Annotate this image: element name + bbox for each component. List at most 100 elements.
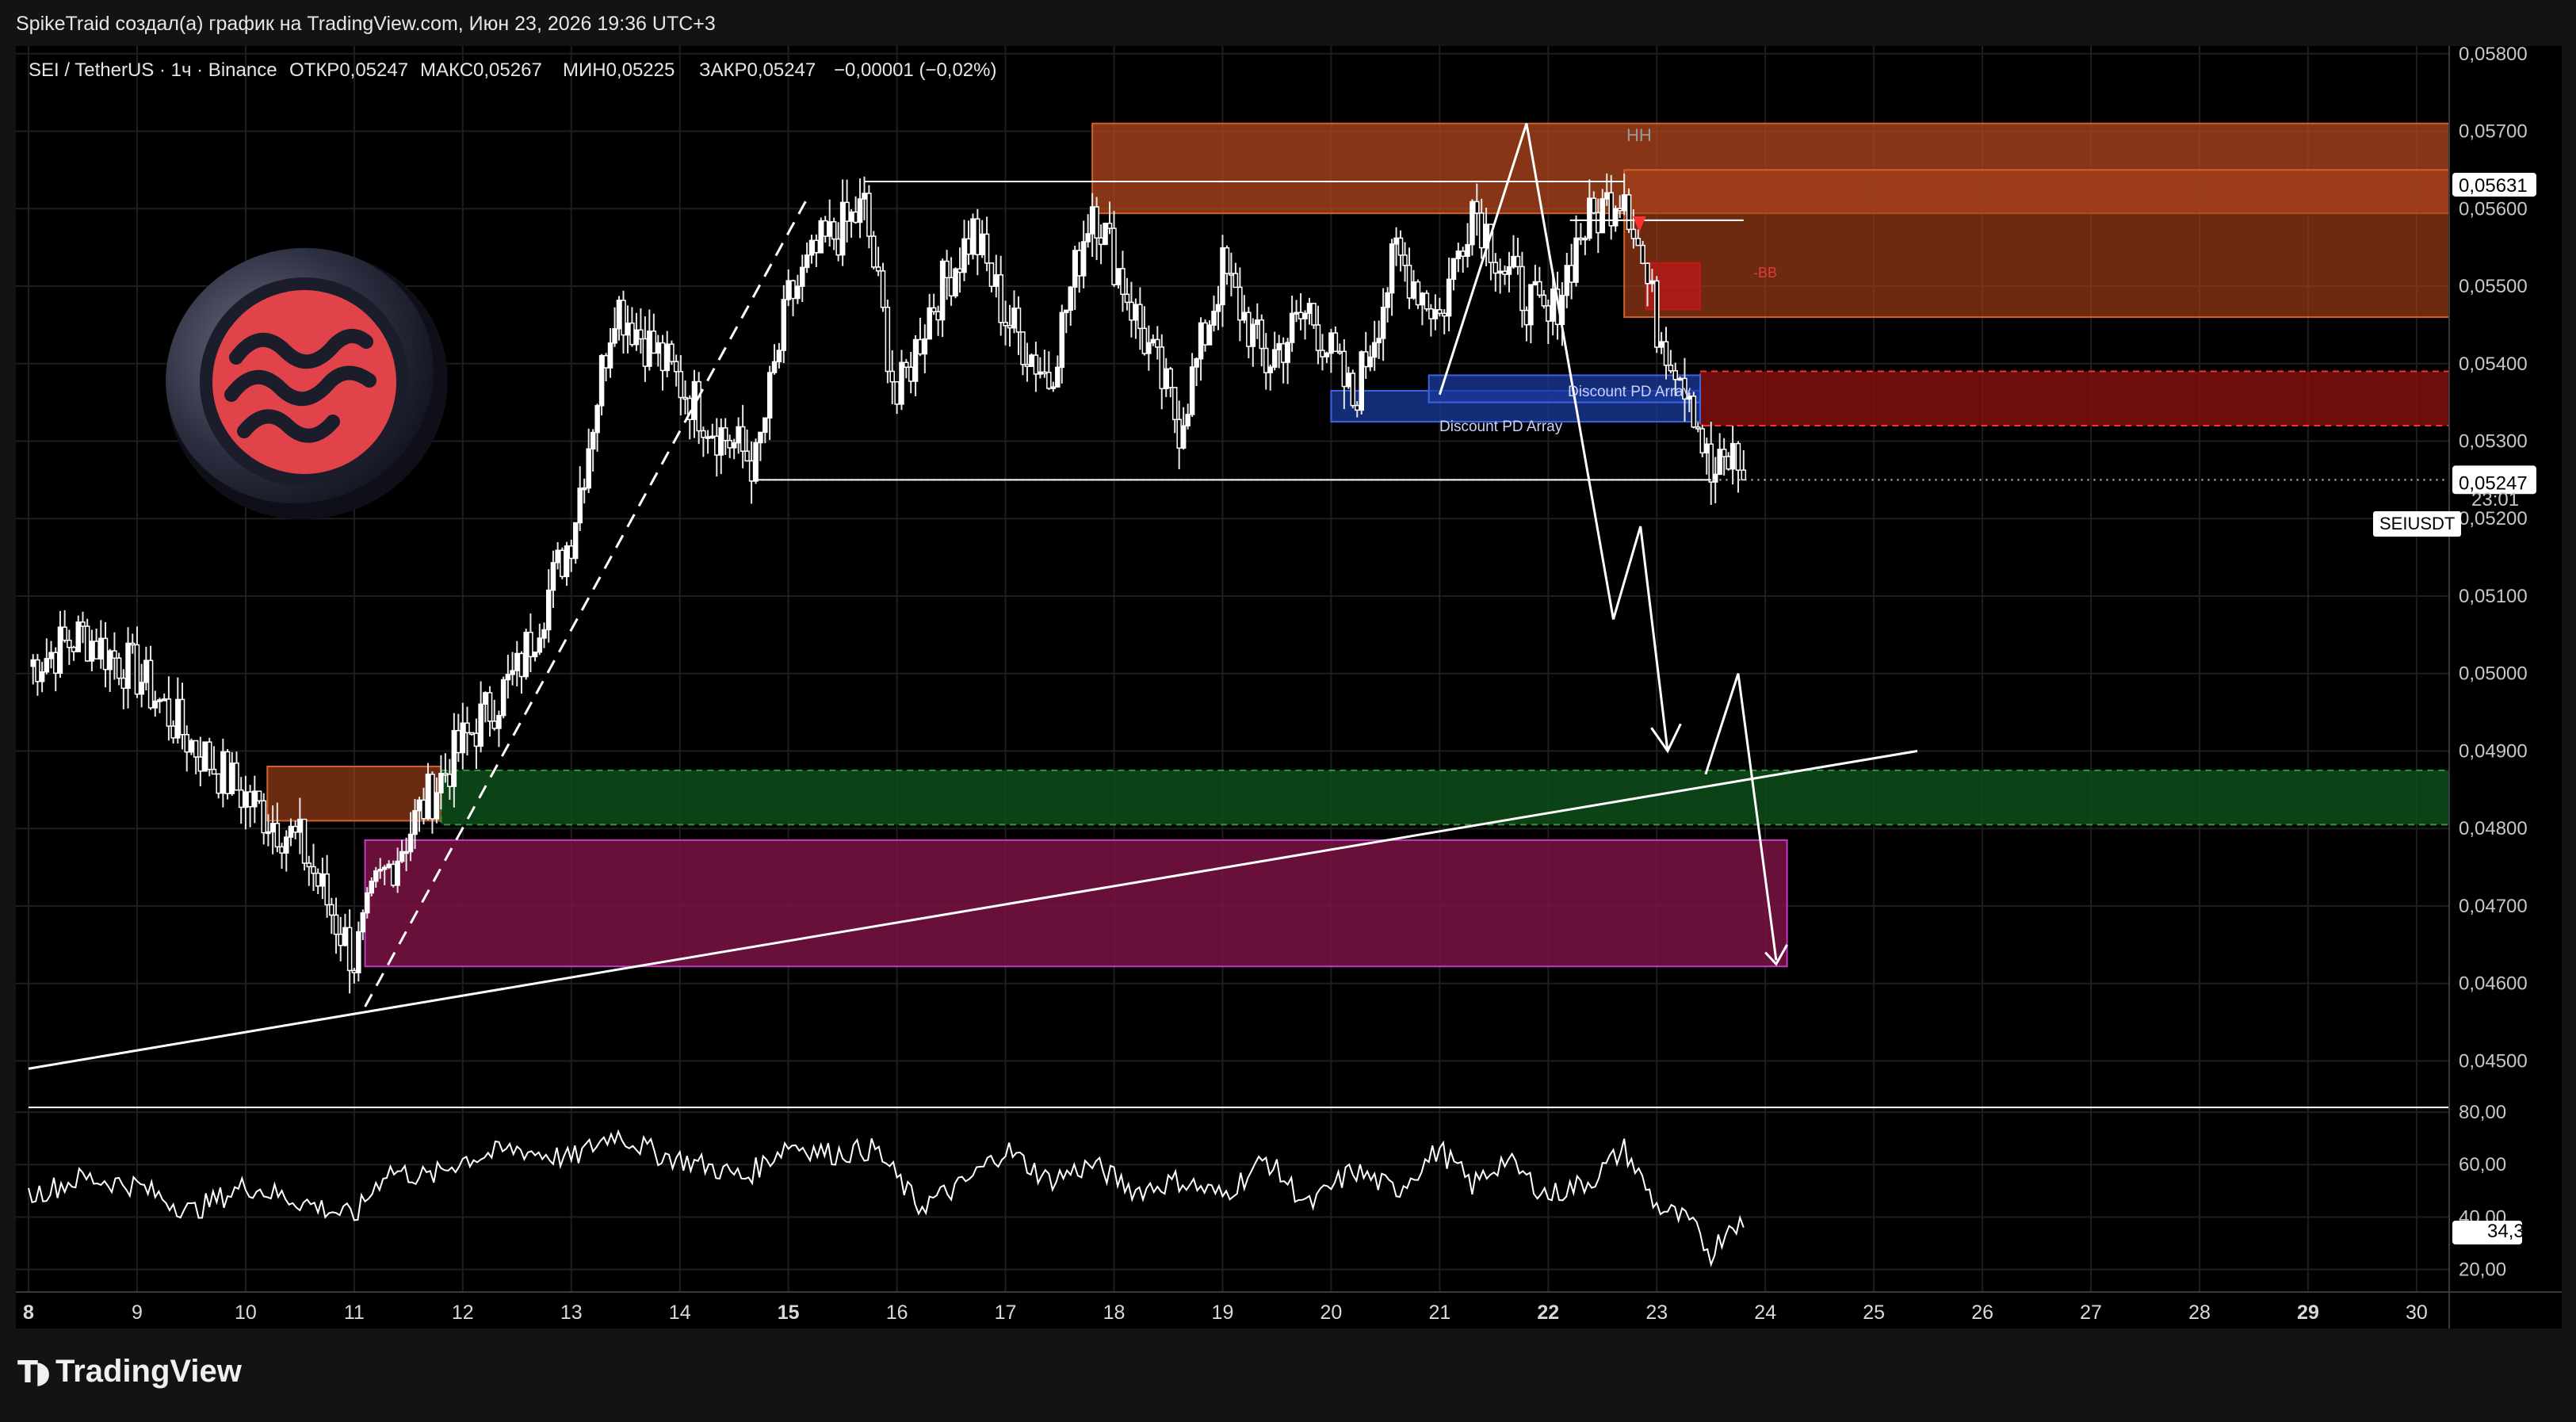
candle-body (324, 873, 330, 906)
candle-body (766, 372, 773, 419)
candle-body (1250, 323, 1256, 347)
candle-body (1450, 258, 1457, 281)
chart-area[interactable]: 0,05800 0,05700 0,05600 0,05500 0,05400 0,053… (16, 44, 2562, 1328)
candle-body (953, 268, 958, 297)
candle-body (894, 380, 900, 405)
candle-body (1185, 414, 1191, 426)
candle-body (1474, 201, 1480, 214)
candle-body (197, 756, 204, 772)
candle-body (279, 846, 285, 854)
candle-body (1350, 373, 1356, 407)
green-zone (440, 769, 2450, 826)
candle-body (1604, 192, 1610, 200)
candle-body (365, 892, 370, 914)
candle-body (1621, 194, 1627, 212)
candle-body (948, 277, 954, 297)
candle-body (1294, 312, 1299, 315)
candle-body (1020, 331, 1026, 365)
candle-body (1564, 265, 1570, 296)
candle-body (1654, 280, 1660, 348)
candle-body (1046, 372, 1052, 389)
time-tick-label: 21 (1428, 1302, 1450, 1324)
candle-body (659, 342, 666, 372)
candle-body (988, 262, 995, 287)
candle-body (1233, 273, 1239, 289)
candle-body (207, 741, 212, 770)
candle-body (1415, 281, 1421, 306)
candle-body (1397, 237, 1404, 256)
candle-body (1171, 387, 1178, 421)
candle-body (682, 396, 688, 400)
candle-body (621, 300, 626, 336)
candle-body (1289, 312, 1295, 343)
candle-body (965, 238, 972, 255)
candle-body (35, 659, 40, 682)
candle-body (790, 280, 796, 300)
candle-body (407, 833, 414, 853)
candle-body (505, 674, 511, 681)
candle-body (927, 307, 932, 340)
candle-body (753, 442, 759, 482)
candle-body (1341, 350, 1347, 388)
candle-body (491, 721, 497, 729)
candle-body (1072, 250, 1078, 288)
candle-body (1337, 350, 1343, 354)
candle-body (1267, 366, 1273, 373)
candle-body (120, 677, 127, 690)
candle-body (607, 342, 613, 369)
candle-body (718, 427, 724, 456)
candle-body (421, 799, 426, 820)
candle-body (514, 652, 520, 671)
candle-body (800, 266, 805, 287)
candle-body (1120, 268, 1126, 295)
time-tick-label: 17 (995, 1302, 1017, 1324)
price-tick-label: 0,05000 (2459, 663, 2528, 685)
price-tick-label: 0,05700 (2459, 121, 2528, 143)
candle-body (957, 268, 963, 273)
candle-body (175, 698, 181, 739)
candle-body (1393, 237, 1399, 245)
candle-body (1080, 241, 1087, 277)
candle-body (1630, 228, 1637, 239)
candle-body (808, 239, 815, 256)
candle-body (447, 774, 453, 787)
time-tick-label: 28 (2188, 1302, 2211, 1324)
candle-body (329, 904, 334, 916)
candle-body (134, 644, 140, 695)
candle-body (1224, 247, 1230, 274)
time-tick-label: 10 (235, 1302, 257, 1324)
candle-body (1691, 396, 1697, 428)
tradingview-logo[interactable]: T◗ TradingView (17, 1354, 242, 1390)
legend-symbol: SEI / TetherUS · 1ч · Binance (29, 59, 277, 81)
candle-body (261, 800, 266, 834)
candle-body (1271, 349, 1278, 368)
candle-body (1537, 281, 1542, 296)
candle-body (714, 435, 720, 456)
candle-body (771, 361, 778, 373)
price-tick-label: 0,04700 (2459, 896, 2528, 917)
candle-body (1645, 262, 1650, 285)
candle-body (211, 768, 217, 775)
candle-body (80, 621, 86, 627)
candle-body (1432, 309, 1439, 319)
candle-body (390, 863, 396, 886)
candle-body (616, 300, 622, 330)
candle-body (220, 751, 226, 794)
time-tick-label: 11 (344, 1302, 365, 1324)
candle-body (487, 692, 493, 722)
candle-body (193, 740, 199, 758)
candle-body (678, 371, 684, 399)
candle-body (434, 792, 440, 820)
candle-body (116, 657, 122, 679)
time-tick-label: 29 (2297, 1302, 2319, 1324)
legend-close: ЗАКР0,05247 (699, 59, 816, 81)
candle-body (1194, 357, 1199, 368)
candle-body (669, 343, 675, 362)
candle-body (1306, 303, 1313, 315)
candle-body (184, 734, 189, 753)
candle-body (922, 338, 928, 355)
candle-body (603, 354, 609, 369)
candle-body (998, 274, 1003, 323)
candle-body (560, 549, 565, 578)
candle-body (1024, 364, 1030, 368)
